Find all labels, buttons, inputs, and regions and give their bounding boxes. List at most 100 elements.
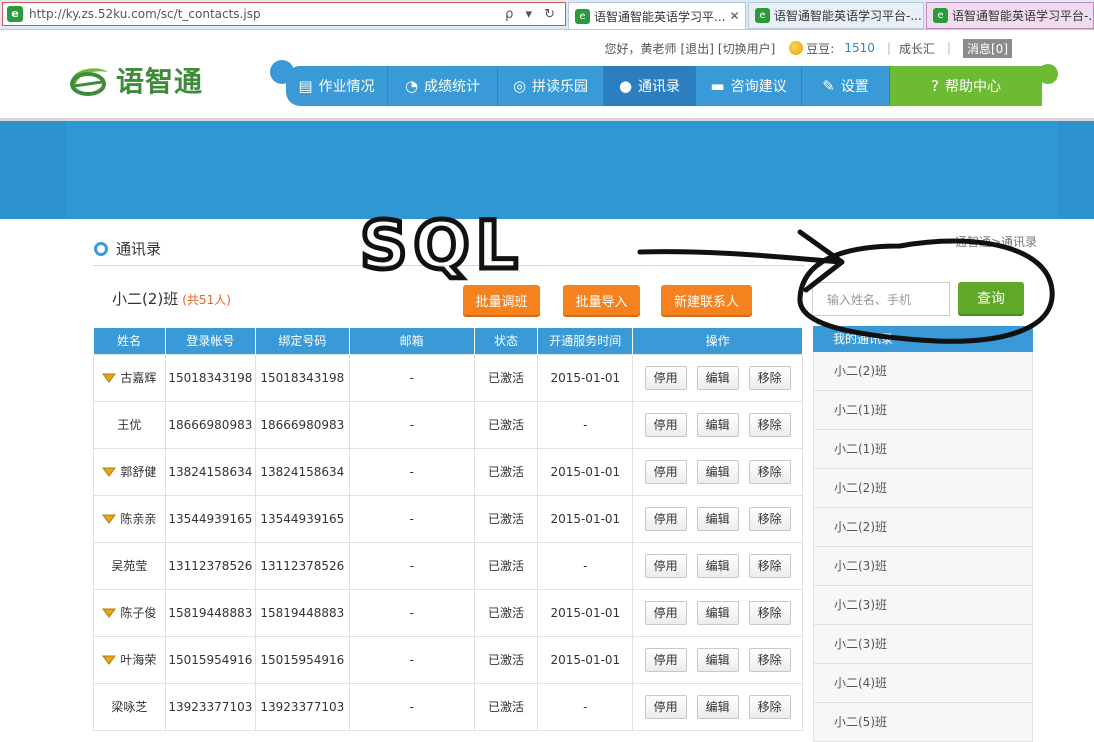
disable-button[interactable]: 停用 bbox=[644, 365, 687, 390]
disable-button[interactable]: 停用 bbox=[644, 553, 687, 578]
operations-cell: 停用 编辑 移除 bbox=[632, 494, 803, 543]
edit-button[interactable]: 编辑 bbox=[696, 694, 739, 719]
search-button[interactable]: 查询 bbox=[958, 282, 1024, 314]
user-icon: ● bbox=[618, 77, 633, 95]
search-input[interactable]: 输入姓名、手机 bbox=[812, 282, 950, 316]
nav-item-homework[interactable]: ▤ 作业情况 bbox=[286, 66, 388, 106]
address-tools-icon[interactable]: ρ ▾ ↻ bbox=[505, 7, 559, 22]
remove-button[interactable]: 移除 bbox=[748, 647, 791, 672]
remove-button[interactable]: 移除 bbox=[748, 600, 791, 625]
table-row: 梁咏芝 13923377103 13923377103- 已激活 - 停用 编辑 移除 bbox=[93, 682, 803, 731]
tab-active[interactable]: e 语智通智能英语学习平... ✕ bbox=[568, 2, 746, 29]
new-contact-button[interactable]: 新建联系人 bbox=[661, 285, 752, 315]
status-cell: 已激活 bbox=[473, 353, 539, 402]
help-icon: ? bbox=[931, 77, 939, 95]
operations-cell: 停用 编辑 移除 bbox=[632, 400, 803, 449]
column-header: 操作 bbox=[632, 328, 803, 354]
site-logo[interactable]: 语智通 bbox=[66, 60, 203, 100]
disable-button[interactable]: 停用 bbox=[644, 459, 687, 484]
status-cell: 已激活 bbox=[473, 447, 539, 496]
name-cell: 叶海荣 bbox=[93, 635, 166, 684]
table-row: 王优 18666980983 18666980983- 已激活 - 停用 编辑 移除 bbox=[93, 400, 803, 449]
tab-favicon-icon: e bbox=[575, 8, 590, 24]
edit-button[interactable]: 编辑 bbox=[696, 412, 739, 437]
disable-button[interactable]: 停用 bbox=[644, 412, 687, 437]
service-date-cell: 2015-01-01 bbox=[537, 353, 634, 402]
batch-import-button[interactable]: 批量导入 bbox=[563, 285, 640, 315]
vip-diamond-icon bbox=[102, 608, 117, 618]
edit-button[interactable]: 编辑 bbox=[696, 553, 739, 578]
nav-item-phonics[interactable]: ◎ 拼读乐园 bbox=[498, 66, 604, 106]
contact-name: 陈亲亲 bbox=[120, 512, 157, 526]
table-row: 陈亲亲 13544939165 13544939165- 已激活 2015-01-01 停… bbox=[93, 494, 803, 543]
nav-label: 通讯录 bbox=[638, 79, 681, 95]
table-row: 叶海荣 15015954916 15015954916- 已激活 2015-01-01 停… bbox=[93, 635, 803, 684]
remove-button[interactable]: 移除 bbox=[748, 365, 791, 390]
nav-label: 成绩统计 bbox=[424, 79, 481, 95]
sidebar-item-class[interactable]: 小二(1)班 bbox=[813, 391, 1033, 430]
nav-item-help[interactable]: ? 帮助中心 bbox=[890, 66, 1042, 106]
tab-title: 语智通智能英语学习平... bbox=[594, 9, 726, 24]
edit-button[interactable]: 编辑 bbox=[696, 647, 739, 672]
status-cell: 已激活 bbox=[473, 400, 539, 449]
nav-item-contacts[interactable]: ● 通讯录 bbox=[604, 66, 696, 106]
url-text[interactable]: http://ky.zs.52ku.com/sc/t_contacts.jsp bbox=[29, 7, 505, 21]
name-cell: 吴苑莹 bbox=[93, 541, 166, 590]
disable-button[interactable]: 停用 bbox=[644, 647, 687, 672]
sidebar-item-class[interactable]: 小二(3)班 bbox=[813, 547, 1033, 586]
class-name: 小二(2)班 (共51人) bbox=[112, 288, 231, 309]
disable-button[interactable]: 停用 bbox=[644, 694, 687, 719]
messages-badge[interactable]: 消息[0] bbox=[963, 38, 1012, 58]
nav-item-settings[interactable]: ✎ 设置 bbox=[802, 66, 890, 106]
growth-link[interactable]: 成长汇 bbox=[899, 40, 935, 57]
batch-transfer-button[interactable]: 批量调班 bbox=[463, 285, 540, 315]
account-cell: 13824158634 bbox=[164, 447, 256, 496]
tab-2[interactable]: e 语智通智能英语学习平台-... bbox=[748, 2, 924, 29]
beans-value[interactable]: 1510 bbox=[844, 41, 875, 55]
disable-button[interactable]: 停用 bbox=[644, 600, 687, 625]
account-cell: 18666980983 bbox=[164, 400, 256, 449]
tab-close-icon[interactable]: ✕ bbox=[725, 9, 739, 23]
phone-cell: 13544939165 bbox=[254, 494, 350, 543]
vip-diamond-icon bbox=[102, 655, 117, 665]
edit-button[interactable]: 编辑 bbox=[696, 459, 739, 484]
email-cell: - bbox=[348, 447, 475, 496]
email-cell: - bbox=[348, 353, 475, 402]
table-row: 陈子俊 15819448883 15819448883- 已激活 2015-01-01 停… bbox=[93, 588, 803, 637]
remove-button[interactable]: 移除 bbox=[748, 553, 791, 578]
edit-button[interactable]: 编辑 bbox=[696, 365, 739, 390]
sidebar-item-class[interactable]: 小二(2)班 bbox=[813, 352, 1033, 391]
edit-button[interactable]: 编辑 bbox=[696, 506, 739, 531]
sidebar-item-class[interactable]: 小二(4)班 bbox=[813, 664, 1033, 703]
sidebar-item-class[interactable]: 小二(1)班 bbox=[813, 430, 1033, 469]
user-bar: 您好，黄老师 [退出] [切换用户] 豆豆: 1510 | 成长汇 | 消息[0… bbox=[605, 38, 1016, 58]
disable-button[interactable]: 停用 bbox=[644, 506, 687, 531]
remove-button[interactable]: 移除 bbox=[748, 694, 791, 719]
vip-diamond-icon bbox=[102, 467, 117, 477]
breadcrumb[interactable]: 通智通>通讯录 bbox=[955, 233, 1037, 250]
phone-cell: 13923377103 bbox=[254, 682, 350, 731]
column-header: 状态 bbox=[474, 328, 539, 354]
remove-button[interactable]: 移除 bbox=[748, 412, 791, 437]
contact-name: 叶海荣 bbox=[120, 653, 157, 667]
phone-cell: 13824158634 bbox=[254, 447, 350, 496]
address-bar[interactable]: e http://ky.zs.52ku.com/sc/t_contacts.js… bbox=[2, 2, 566, 26]
nav-item-feedback[interactable]: ▬ 咨询建议 bbox=[696, 66, 802, 106]
page-title-text: 通讯录 bbox=[116, 240, 162, 258]
remove-button[interactable]: 移除 bbox=[748, 506, 791, 531]
divider: | bbox=[946, 41, 951, 55]
remove-button[interactable]: 移除 bbox=[748, 459, 791, 484]
tab-3[interactable]: e 语智通智能英语学习平台-... bbox=[926, 2, 1094, 29]
sidebar-item-class[interactable]: 小二(5)班 bbox=[813, 703, 1033, 742]
switch-user-link[interactable]: [切换用户] bbox=[718, 40, 775, 57]
status-cell: 已激活 bbox=[473, 541, 539, 590]
phone-cell: 13112378526 bbox=[254, 541, 350, 590]
sidebar-item-class[interactable]: 小二(3)班 bbox=[813, 586, 1033, 625]
nav-item-scores[interactable]: ◔ 成绩统计 bbox=[388, 66, 498, 106]
nav-label: 帮助中心 bbox=[944, 79, 1001, 95]
sidebar-item-class[interactable]: 小二(2)班 bbox=[813, 469, 1033, 508]
sidebar-item-class[interactable]: 小二(3)班 bbox=[813, 625, 1033, 664]
sidebar-item-class[interactable]: 小二(2)班 bbox=[813, 508, 1033, 547]
edit-button[interactable]: 编辑 bbox=[696, 600, 739, 625]
logout-link[interactable]: [退出] bbox=[681, 40, 714, 57]
